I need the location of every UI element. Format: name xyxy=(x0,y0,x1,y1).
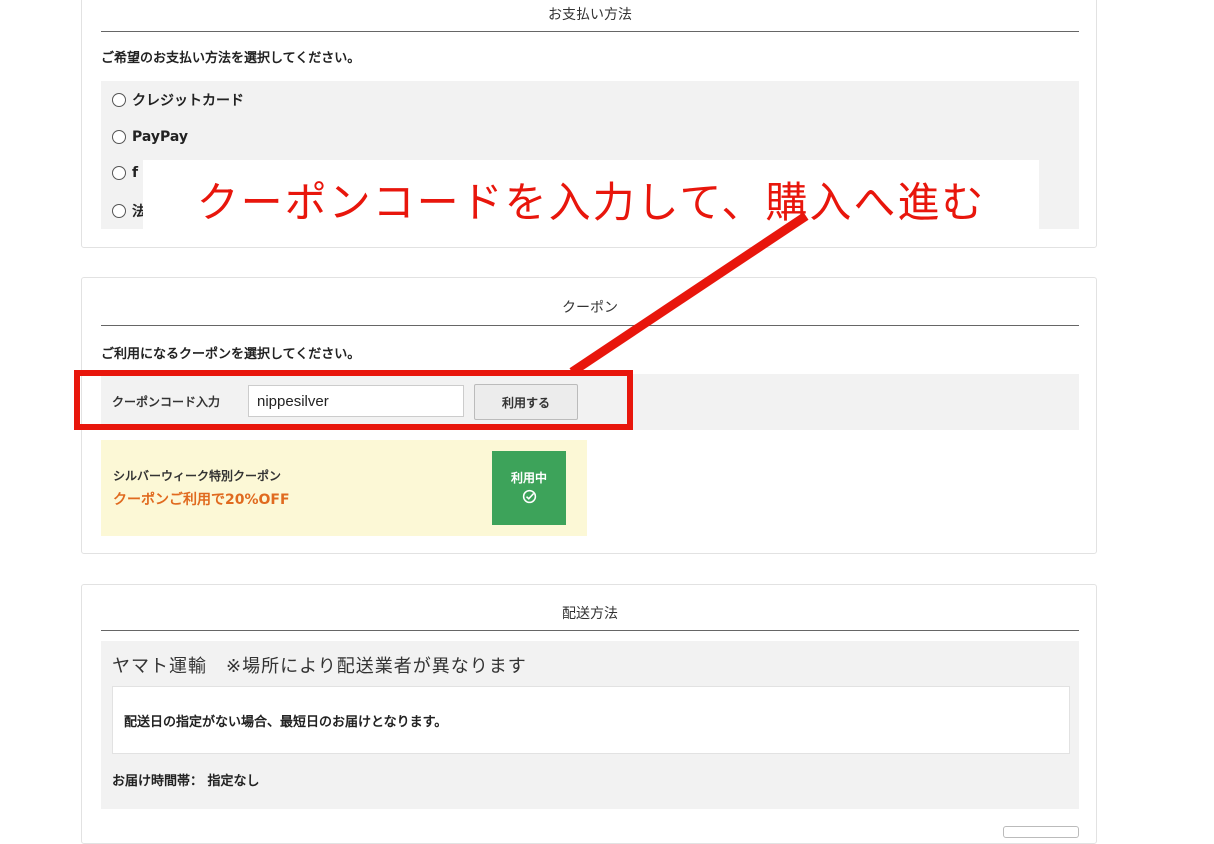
coupon-name: シルバーウィーク特別クーポン xyxy=(113,469,282,483)
shipping-note: 配送日の指定がない場合、最短日のお届けとなります。 xyxy=(124,715,448,730)
radio-icon[interactable] xyxy=(112,166,126,180)
delivery-time-label: お届け時間帯： xyxy=(112,774,204,789)
payment-option-label: クレジットカード xyxy=(132,93,244,109)
shipping-method: ヤマト運輸 ※場所により配送業者が異なります xyxy=(112,656,527,677)
payment-option-credit[interactable]: クレジットカード xyxy=(112,90,244,110)
payment-option-3[interactable]: f xyxy=(112,163,138,183)
coupon-in-use-button[interactable]: 利用中 xyxy=(492,451,566,525)
payment-instruction: ご希望のお支払い方法を選択してください。 xyxy=(101,51,361,66)
coupon-discount: クーポンご利用で20%OFF xyxy=(113,492,290,508)
payment-option-paypay[interactable]: PayPay xyxy=(112,127,188,147)
coupon-divider xyxy=(101,325,1079,326)
check-circle-icon xyxy=(522,489,537,507)
payment-option-4[interactable]: 法 xyxy=(112,201,146,221)
delivery-time: お届け時間帯： 指定なし xyxy=(112,770,260,789)
shipping-note-box: 配送日の指定がない場合、最短日のお届けとなります。 xyxy=(112,686,1070,754)
shipping-panel: 配送方法 ヤマト運輸 ※場所により配送業者が異なります 配送日の指定がない場合、… xyxy=(81,584,1097,844)
shipping-divider xyxy=(101,630,1079,631)
coupon-title: クーポン xyxy=(562,300,618,316)
coupon-card: シルバーウィーク特別クーポン クーポンご利用で20%OFF 利用中 xyxy=(101,440,587,536)
partial-button[interactable] xyxy=(1003,826,1079,838)
payment-option-label: PayPay xyxy=(132,129,189,145)
in-use-label: 利用中 xyxy=(510,471,547,485)
shipping-title: 配送方法 xyxy=(562,606,618,622)
delivery-time-value: 指定なし xyxy=(207,774,260,789)
payment-title: お支払い方法 xyxy=(548,7,632,23)
radio-icon[interactable] xyxy=(112,93,126,107)
radio-icon[interactable] xyxy=(112,130,126,144)
radio-icon[interactable] xyxy=(112,204,126,218)
payment-option-label: f xyxy=(132,165,139,181)
annotation-text: クーポンコードを入力して、購入へ進む xyxy=(143,160,1039,238)
annotation-highlight-box xyxy=(74,370,633,430)
payment-divider xyxy=(101,31,1079,32)
coupon-instruction: ご利用になるクーポンを選択してください。 xyxy=(101,347,361,362)
